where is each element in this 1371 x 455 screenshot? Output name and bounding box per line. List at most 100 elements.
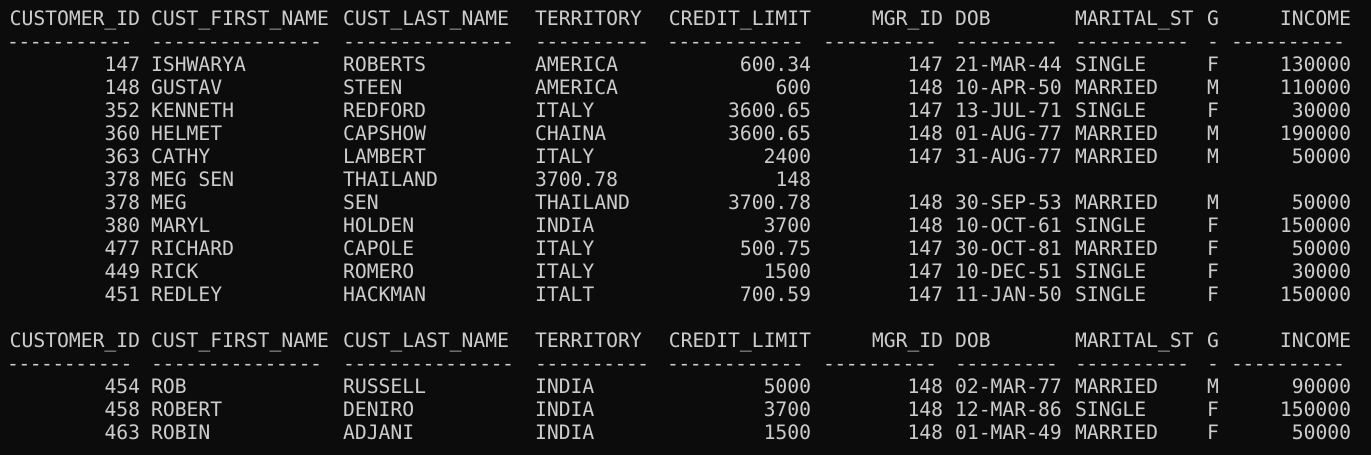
cell-cust-last-name: THAILAND <box>343 168 438 191</box>
cell-mgr-id: 148 <box>907 191 943 214</box>
cell-mgr-id: 148 <box>907 375 943 398</box>
cell-credit-limit: 148 <box>775 168 811 191</box>
cell-territory: INDIA <box>535 421 595 444</box>
cell-customer-id: 454 <box>104 375 140 398</box>
cell-gender: F <box>1207 398 1219 421</box>
cell-mgr-id: 147 <box>907 145 943 168</box>
table-row: 451 REDLEY HACKMAN ITALT 700.59 147 11-JAN-50 S… <box>0 283 1371 306</box>
table-row: 363 CATHY LAMBERT ITALY 2400 147 31-AUG-77 MARR… <box>0 145 1371 168</box>
cell-dob: 01-MAR-49 <box>955 421 1062 444</box>
cell-marital-status: MARRIED <box>1075 76 1158 99</box>
cell-customer-id: 477 <box>104 237 140 260</box>
cell-income: 130000 <box>1279 53 1351 76</box>
column-separator: --------- <box>955 352 1058 375</box>
cell-mgr-id: 148 <box>907 421 943 444</box>
cell-territory: INDIA <box>535 375 595 398</box>
cell-income: 150000 <box>1279 283 1351 306</box>
separator-row: ----------- --------------- --------------… <box>0 352 1371 375</box>
table-row: 378 MEG SEN THAILAND 3700.78 148 30-SEP-53 MARR… <box>0 191 1371 214</box>
cell-marital-status: SINGLE <box>1075 398 1147 421</box>
cell-customer-id: 378 <box>104 168 140 191</box>
cell-mgr-id: 147 <box>907 237 943 260</box>
cell-credit-limit: 3700 <box>763 214 811 237</box>
column-header-customer-id: CUSTOMER_ID <box>9 7 140 30</box>
column-separator: ----------- <box>7 352 132 375</box>
cell-customer-id: 148 <box>104 76 140 99</box>
column-header-income: INCOME <box>1279 7 1351 30</box>
cell-credit-limit: 3700.78 <box>728 191 811 214</box>
column-header-marital-status: MARITAL_ST <box>1075 7 1194 30</box>
cell-marital-status: MARRIED <box>1075 122 1158 145</box>
cell-credit-limit: 3600.65 <box>728 122 811 145</box>
column-separator: ------------ <box>667 30 804 53</box>
cell-territory: INDIA <box>535 214 595 237</box>
cell-marital-status: SINGLE <box>1075 214 1147 237</box>
cell-credit-limit: 2400 <box>763 145 811 168</box>
column-separator: --------------- <box>343 352 514 375</box>
cell-credit-limit: 3700 <box>763 398 811 421</box>
column-header-gender: G <box>1207 329 1219 352</box>
cell-dob: 10-DEC-51 <box>955 260 1062 283</box>
cell-cust-first-name: RICK <box>151 260 199 283</box>
cell-cust-first-name: REDLEY <box>151 283 223 306</box>
column-separator: --------- <box>955 30 1058 53</box>
cell-cust-last-name: CAPSHOW <box>343 122 426 145</box>
separator-row: ----------- --------------- --------------… <box>0 30 1371 53</box>
cell-customer-id: 449 <box>104 260 140 283</box>
cell-territory: ITALY <box>535 237 595 260</box>
cell-cust-last-name: REDFORD <box>343 99 426 122</box>
cell-income: 30000 <box>1291 99 1351 122</box>
table-row: 477 RICHARD CAPOLE ITALY 500.75 147 30-OCT-81 M… <box>0 237 1371 260</box>
table-row: 454 ROB RUSSELL INDIA 5000 148 02-MAR-77 MARRIE… <box>0 375 1371 398</box>
cell-cust-first-name: KENNETH <box>151 99 234 122</box>
cell-mgr-id: 148 <box>907 122 943 145</box>
cell-cust-first-name: MEG <box>151 191 187 214</box>
table-row: 148 GUSTAV STEEN AMERICA 600 148 10-APR-50 MARR… <box>0 76 1371 99</box>
cell-credit-limit: 1500 <box>763 421 811 444</box>
table-row: 147 ISHWARYA ROBERTS AMERICA 600.34 147 21-MAR… <box>0 53 1371 76</box>
cell-credit-limit: 5000 <box>763 375 811 398</box>
column-header-gender: G <box>1207 7 1219 30</box>
table-row: 449 RICK ROMERO ITALY 1500 147 10-DEC-51 SINGLE… <box>0 260 1371 283</box>
cell-dob: 02-MAR-77 <box>955 375 1062 398</box>
column-header-mgr-id: MGR_ID <box>871 7 943 30</box>
column-separator: ---------- <box>1231 30 1345 53</box>
cell-income: 30000 <box>1291 260 1351 283</box>
cell-territory: 3700.78 <box>535 168 618 191</box>
cell-cust-first-name: ROBIN <box>151 421 211 444</box>
cell-income: 150000 <box>1279 398 1351 421</box>
header-row: CUSTOMER_ID CUST_FIRST_NAME CUST_LAST_NAME… <box>0 7 1371 30</box>
cell-marital-status: MARRIED <box>1075 145 1158 168</box>
cell-cust-first-name: RICHARD <box>151 237 234 260</box>
cell-dob: 12-MAR-86 <box>955 398 1062 421</box>
cell-credit-limit: 3600.65 <box>728 99 811 122</box>
cell-territory: ITALY <box>535 260 595 283</box>
cell-territory: CHAINA <box>535 122 607 145</box>
table-row: 360 HELMET CAPSHOW CHAINA 3600.65 148 01-AUG-7… <box>0 122 1371 145</box>
cell-cust-last-name: ROMERO <box>343 260 415 283</box>
cell-dob: 11-JAN-50 <box>955 283 1062 306</box>
cell-income: 110000 <box>1279 76 1351 99</box>
cell-customer-id: 378 <box>104 191 140 214</box>
cell-dob: 30-OCT-81 <box>955 237 1062 260</box>
table-row: 352 KENNETH REDFORD ITALY 3600.65 147 13-JUL-7… <box>0 99 1371 122</box>
cell-mgr-id: 147 <box>907 260 943 283</box>
table-row: 463 ROBIN ADJANI INDIA 1500 148 01-MAR-49 MARRI… <box>0 421 1371 444</box>
cell-credit-limit: 600.34 <box>739 53 811 76</box>
cell-cust-last-name: CAPOLE <box>343 237 415 260</box>
cell-gender: M <box>1207 375 1219 398</box>
cell-marital-status: SINGLE <box>1075 99 1147 122</box>
cell-customer-id: 380 <box>104 214 140 237</box>
cell-cust-last-name: ADJANI <box>343 421 415 444</box>
cell-mgr-id: 147 <box>907 283 943 306</box>
cell-gender: F <box>1207 283 1219 306</box>
cell-territory: AMERICA <box>535 76 618 99</box>
cell-dob: 01-AUG-77 <box>955 122 1062 145</box>
cell-customer-id: 360 <box>104 122 140 145</box>
cell-cust-first-name: MARYL <box>151 214 211 237</box>
cell-income: 50000 <box>1291 191 1351 214</box>
cell-cust-last-name: SEN <box>343 191 379 214</box>
header-row: CUSTOMER_ID CUST_FIRST_NAME CUST_LAST_NAME… <box>0 329 1371 352</box>
cell-marital-status: SINGLE <box>1075 53 1147 76</box>
column-separator: --------------- <box>151 352 322 375</box>
